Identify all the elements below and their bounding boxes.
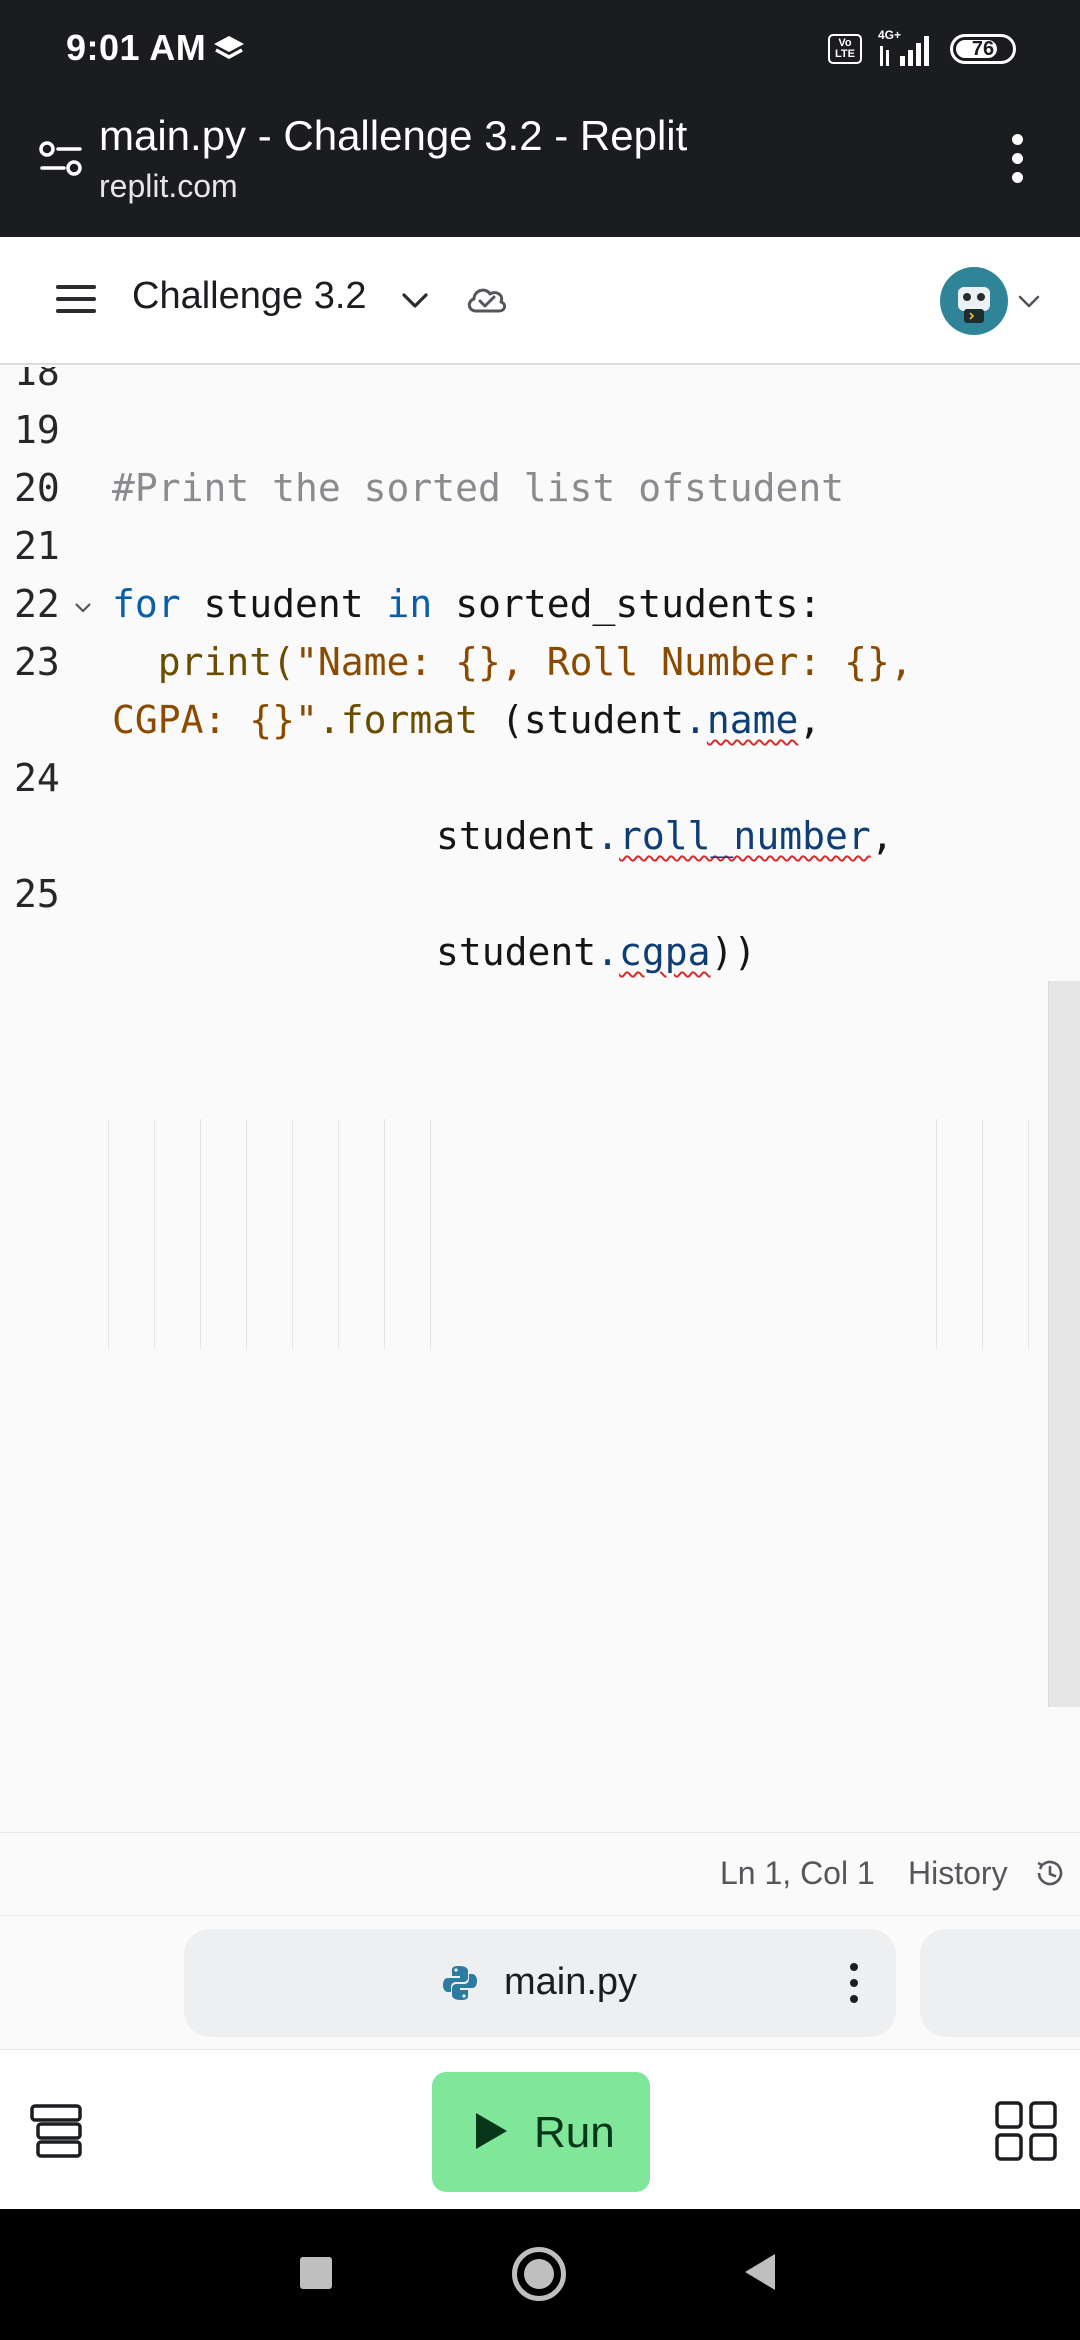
code-line-wrap[interactable]: CGPA: {}".format (student.name, (0, 691, 1080, 749)
avatar[interactable] (940, 267, 1008, 335)
line-number: 21 (14, 524, 60, 568)
code-text: CGPA: {}".format (student.name, (112, 698, 822, 742)
chevron-down-icon[interactable] (1014, 289, 1044, 313)
browser-menu-icon[interactable] (1000, 128, 1036, 188)
status-bar: 9:01 AM Vo LTE 4G+ 76 (0, 0, 1080, 100)
run-label: Run (534, 2108, 615, 2157)
page-url[interactable]: replit.com (99, 168, 238, 205)
line-number: 25 (14, 872, 60, 916)
editor-scrollbar[interactable] (1048, 981, 1080, 1707)
code-line-wrap[interactable]: student.roll_number, (0, 807, 1080, 865)
file-name: main.py (504, 1961, 638, 2003)
run-button[interactable]: Run (432, 2072, 650, 2192)
line-number: 24 (14, 756, 60, 800)
back-button[interactable] (742, 2251, 778, 2293)
svg-text:4G+: 4G+ (878, 28, 901, 42)
line-number: 22 (14, 582, 60, 626)
grid-icon[interactable] (994, 2100, 1058, 2162)
python-icon (443, 1966, 477, 2000)
code-line-wrap[interactable]: student.cgpa)) (0, 923, 1080, 981)
code-line[interactable]: 19 (0, 401, 1080, 459)
code-text: student.roll_number, (436, 814, 894, 858)
file-tab-next[interactable] (920, 1929, 1080, 2037)
menu-icon[interactable] (56, 283, 98, 315)
chevron-down-icon[interactable] (398, 285, 432, 315)
page-title[interactable]: main.py - Challenge 3.2 - Replit (99, 112, 687, 160)
code-line[interactable]: 24 (0, 749, 1080, 807)
line-number: 18 (14, 367, 60, 394)
code-text: student.cgpa)) (436, 930, 757, 974)
system-navigation-bar (0, 2209, 1080, 2340)
home-button[interactable] (512, 2247, 566, 2301)
history-icon[interactable] (1034, 1857, 1066, 1889)
line-number: 20 (14, 466, 60, 510)
site-settings-icon[interactable] (38, 136, 84, 182)
status-time: 9:01 AM (66, 27, 207, 68)
cloud-check-icon[interactable] (464, 281, 508, 317)
code-line[interactable]: 22 for student in sorted_students: (0, 575, 1080, 633)
battery-icon: 76 (950, 34, 1016, 64)
code-comment: #Print the sorted list ofstudent (112, 466, 845, 510)
file-tab-main[interactable]: main.py (184, 1929, 896, 2037)
workspace-header: Challenge 3.2 (0, 237, 1080, 365)
code-line[interactable]: 25 (0, 865, 1080, 923)
tools-icon[interactable] (28, 2102, 84, 2160)
fold-chevron-icon[interactable] (72, 597, 94, 619)
volte-icon: Vo LTE (828, 34, 862, 64)
line-number: 23 (14, 640, 60, 684)
code-line[interactable]: 18 (0, 367, 1080, 401)
history-button[interactable]: History (908, 1855, 1008, 1892)
code-editor[interactable]: 18 19 20 #Print the sorted list ofstuden… (0, 367, 1080, 1832)
layers-icon (214, 36, 244, 59)
editor-status-bar: Ln 1, Col 1 History (0, 1832, 1080, 1916)
cursor-position[interactable]: Ln 1, Col 1 (720, 1855, 875, 1892)
code-line[interactable]: 20 #Print the sorted list ofstudent (0, 459, 1080, 517)
code-text: for student in sorted_students: (112, 582, 822, 626)
more-options-icon[interactable] (844, 1961, 864, 2005)
play-icon (476, 2113, 507, 2149)
browser-toolbar: main.py - Challenge 3.2 - Replit replit.… (0, 100, 1080, 237)
recents-button[interactable] (300, 2257, 332, 2289)
code-line[interactable]: 21 (0, 517, 1080, 575)
bottom-toolbar: Run (0, 2049, 1080, 2209)
repl-title[interactable]: Challenge 3.2 (132, 275, 367, 318)
code-line[interactable]: 23 print("Name: {}, Roll Number: {}, (0, 633, 1080, 691)
signal-icon: 4G+ (878, 28, 929, 66)
code-text: print("Name: {}, Roll Number: {}, (112, 640, 913, 684)
line-number: 19 (14, 408, 60, 452)
file-tabs: main.py (0, 1917, 1080, 2049)
battery-level: 76 (971, 38, 995, 60)
